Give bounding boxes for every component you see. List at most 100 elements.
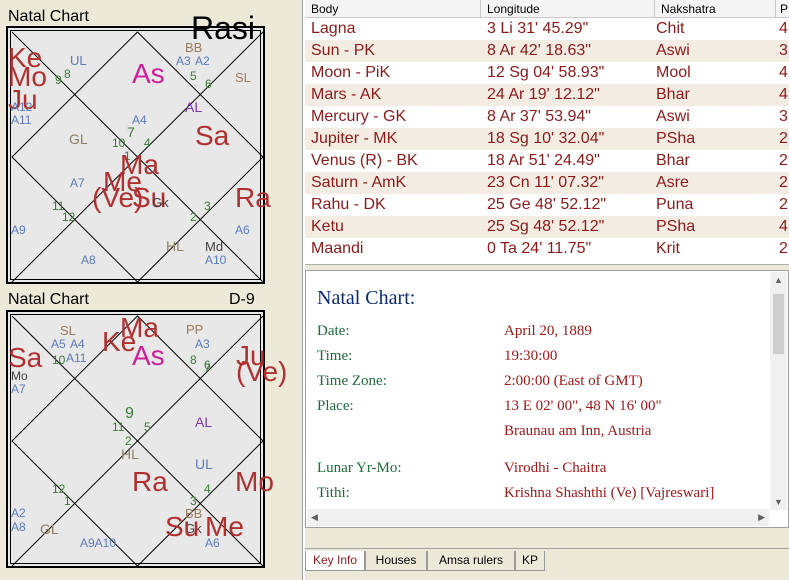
rasi-chart-label: UL: [70, 52, 87, 68]
navamsa-chart-label: A5: [51, 336, 66, 351]
scroll-up-icon[interactable]: ▲: [774, 275, 783, 285]
table-row[interactable]: Maandi 0 Ta 24' 11.75" Krit 2: [305, 238, 789, 260]
tab-amsa-rulers[interactable]: Amsa rulers: [427, 551, 515, 571]
rasi-chart-label: 12: [62, 209, 76, 224]
rasi-chart-label: AL: [185, 99, 203, 116]
cell-longitude: 8 Ar 37' 53.94": [487, 108, 591, 125]
rasi-chart-label: As: [132, 58, 165, 90]
key-info-panel: Natal Chart: Date: April 20, 1889 Time: 19:…: [305, 270, 789, 528]
tab-key-info[interactable]: Key Info: [305, 551, 365, 571]
navamsa-chart-label: GL: [40, 521, 59, 538]
cell-pada: 4: [779, 86, 788, 103]
rasi-chart-label: Ra: [235, 182, 271, 214]
navamsa-chart-label: HL: [121, 446, 139, 463]
cell-nakshatra: Aswi: [656, 42, 690, 59]
info-value: Krishna Shashthi (Ve) [Vajreswari]: [504, 485, 715, 501]
cell-nakshatra: PSha: [656, 218, 696, 235]
table-row[interactable]: Rahu - DK 25 Ge 48' 52.12" Puna 2: [305, 194, 789, 216]
tab-bar: Key Info Houses Amsa rulers KP: [305, 548, 789, 573]
rasi-chart-label: A2: [195, 53, 210, 68]
table-row[interactable]: Moon - PiK 12 Sg 04' 58.93" Mool 4: [305, 62, 789, 84]
scroll-right-icon[interactable]: ▶: [758, 512, 765, 523]
navamsa-chart-label: A9A10: [80, 535, 117, 550]
rasi-chart-label: 9: [55, 72, 62, 87]
column-header-pada[interactable]: P: [776, 0, 789, 18]
tab-kp[interactable]: KP: [515, 551, 545, 571]
column-header-nakshatra[interactable]: Nakshatra: [655, 0, 776, 18]
cell-pada: 2: [779, 196, 788, 213]
cell-longitude: 25 Sg 48' 52.12": [487, 218, 605, 235]
rasi-chart-label: Sa: [195, 120, 230, 152]
navamsa-chart-name: D-9: [229, 291, 255, 308]
table-row[interactable]: Venus (R) - BK 18 Ar 51' 24.49" Bhar 2: [305, 150, 789, 172]
navamsa-panel-title: Natal Chart: [8, 291, 89, 308]
rasi-chart-label: 3: [204, 198, 211, 213]
table-row[interactable]: Sun - PK 8 Ar 42' 18.63" Aswi 3: [305, 40, 789, 62]
rasi-chart-label: 10: [112, 135, 126, 150]
navamsa-chart-label: Ra: [132, 466, 168, 498]
rasi-chart-label: BB: [185, 39, 203, 55]
cell-body: Maandi: [311, 240, 364, 257]
details-panel: Body Longitude Nakshatra P Lagna 3 Li 31'…: [305, 0, 789, 580]
cell-pada: 4: [779, 20, 788, 37]
navamsa-chart-label: A4: [70, 336, 85, 351]
navamsa-chart-label: A6: [205, 535, 220, 550]
cell-pada: 3: [779, 108, 788, 125]
rasi-chart-label: A11: [11, 112, 32, 127]
table-row[interactable]: Saturn - AmK 23 Cn 11' 07.32" Asre 2: [305, 172, 789, 194]
table-row[interactable]: Mercury - GK 8 Ar 37' 53.94" Aswi 3: [305, 106, 789, 128]
cell-nakshatra: PSha: [656, 130, 696, 147]
scroll-down-icon[interactable]: ▼: [774, 497, 783, 507]
column-header-longitude[interactable]: Longitude: [481, 0, 655, 18]
navamsa-chart-label: 8: [190, 352, 197, 367]
rasi-chart-label: A10: [205, 252, 227, 267]
cell-body: Venus (R) - BK: [311, 152, 418, 169]
planet-table: Body Longitude Nakshatra P Lagna 3 Li 31'…: [305, 0, 789, 264]
rasi-panel-title: Natal Chart: [8, 8, 89, 25]
navamsa-chart-label: A3: [195, 336, 210, 351]
info-value: 2:00:00 (East of GMT): [504, 373, 643, 389]
horizontal-scrollbar[interactable]: ◀ ▶: [307, 509, 769, 526]
cell-body: Mars - AK: [311, 86, 382, 103]
navamsa-chart-label: Mo: [235, 466, 274, 498]
rasi-chart-label: 5: [190, 68, 197, 83]
table-row[interactable]: Lagna 3 Li 31' 45.29" Chit 4: [305, 18, 789, 40]
cell-pada: 4: [779, 218, 788, 235]
rasi-chart-label: 6: [205, 76, 212, 91]
info-key: Place:: [317, 398, 354, 414]
rasi-chart-label: A6: [235, 222, 250, 237]
scroll-thumb[interactable]: [773, 294, 784, 354]
info-title: Natal Chart:: [317, 287, 416, 309]
cell-longitude: 18 Sg 10' 32.04": [487, 130, 605, 147]
navamsa-chart-label: A2: [11, 505, 26, 520]
rasi-chart-label: HL: [166, 238, 184, 255]
info-value: 13 E 02' 00", 48 N 16' 00": [504, 398, 662, 414]
cell-longitude: 3 Li 31' 45.29": [487, 20, 589, 37]
info-key: Time:: [317, 348, 353, 364]
info-key: Tithi:: [317, 485, 350, 501]
table-row[interactable]: Ketu 25 Sg 48' 52.12" PSha 4: [305, 216, 789, 238]
tab-houses[interactable]: Houses: [365, 551, 427, 571]
navamsa-chart-label: As: [132, 340, 165, 372]
scroll-left-icon[interactable]: ◀: [311, 512, 318, 523]
rasi-chart-label: A7: [70, 175, 85, 190]
cell-longitude: 24 Ar 19' 12.12": [487, 86, 600, 103]
cell-longitude: 12 Sg 04' 58.93": [487, 64, 605, 81]
cell-body: Saturn - AmK: [311, 174, 407, 191]
rasi-chart-label: GL: [69, 131, 88, 148]
info-value: Virodhi - Chaitra: [504, 460, 607, 476]
cell-body: Sun - PK: [311, 42, 376, 59]
vertical-scrollbar[interactable]: ▲ ▼: [770, 272, 787, 510]
navamsa-chart-label: (Ve): [236, 356, 288, 388]
rasi-chart-label: A3: [176, 53, 191, 68]
navamsa-chart-label: 4: [204, 481, 211, 496]
cell-nakshatra: Mool: [656, 64, 691, 81]
navamsa-chart-label: UL: [195, 456, 213, 473]
cell-longitude: 0 Ta 24' 11.75": [487, 240, 592, 257]
table-row[interactable]: Mars - AK 24 Ar 19' 12.12" Bhar 4: [305, 84, 789, 106]
navamsa-chart-label: 2: [125, 433, 132, 448]
cell-pada: 3: [779, 42, 788, 59]
cell-body: Jupiter - MK: [311, 130, 398, 147]
column-header-body[interactable]: Body: [305, 0, 481, 18]
table-row[interactable]: Jupiter - MK 18 Sg 10' 32.04" PSha 2: [305, 128, 789, 150]
